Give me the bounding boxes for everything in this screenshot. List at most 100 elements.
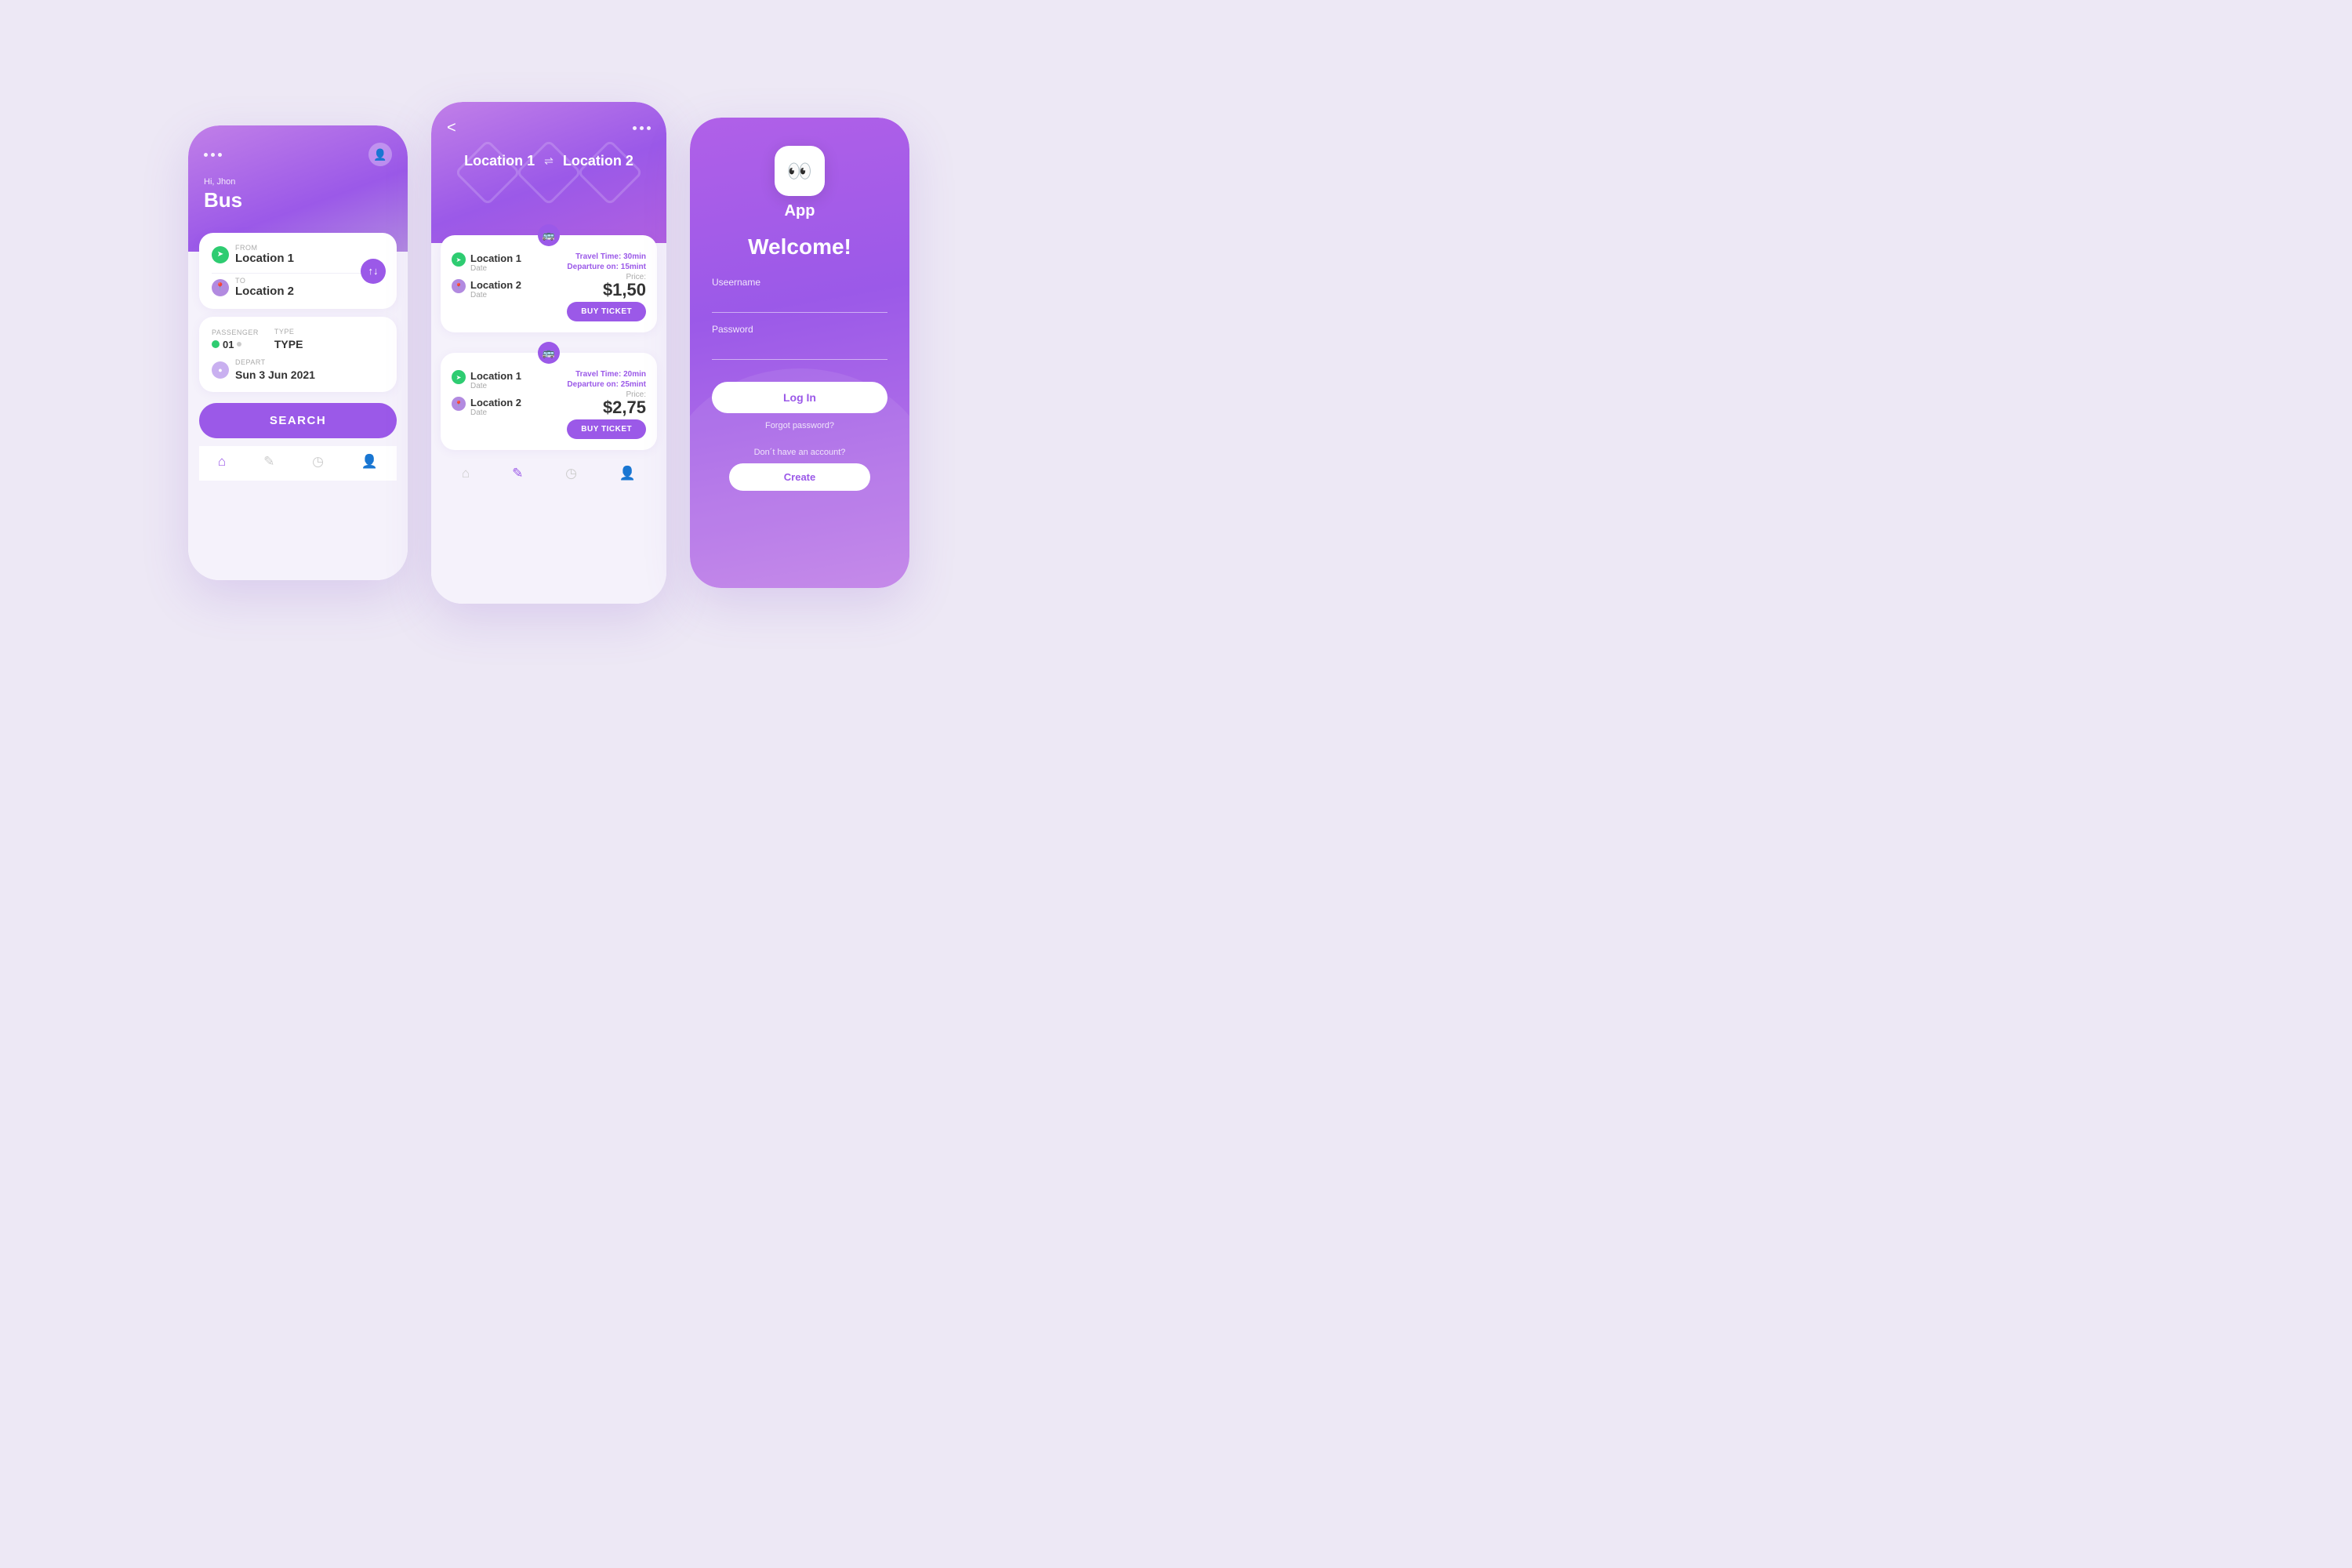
s2-nav-edit-icon[interactable]: ✎ [512,466,523,481]
nav-clock-icon[interactable]: ◷ [312,454,324,470]
depart-label: DEPART [235,358,315,366]
from-location-info: FROM Location 1 [235,244,294,265]
dot1 [204,153,208,157]
card2-travel-label: Travel Time: [575,370,621,379]
username-label: Useername [712,277,887,288]
trip-details-card: PASSENGER 01 TYPE TYPE ● DEPART Sun 3 Ju… [199,317,397,392]
card2-departure: Departure on: 25mint [567,380,646,389]
s2-nav-home-icon[interactable]: ⌂ [462,466,470,481]
from-location-name: Location 1 [235,252,294,265]
bus-icon-2: 🚌 [538,342,560,364]
username-group: Useername [712,277,887,313]
card1-to-name: Location 2 [470,279,521,291]
login-button[interactable]: Log In [712,382,887,413]
from-to-card: ➤ FROM Location 1 📍 TO Location 2 ↑↓ [199,233,397,309]
header-top-row: 👤 [204,143,392,166]
card2-dep-value: 25mint [621,380,646,389]
card1-travel-label: Travel Time: [575,252,621,261]
card2-from-name: Location 1 [470,370,521,382]
from-location-icon: ➤ [212,246,229,263]
diamond3 [577,140,644,206]
menu-dots[interactable] [204,153,222,157]
dot2 [211,153,215,157]
nav-home-icon[interactable]: ⌂ [218,454,226,470]
screen2-menu-dots[interactable] [633,126,651,130]
card1-travel-value: 30min [623,252,646,261]
s2-nav-user-icon[interactable]: 👤 [619,466,636,481]
nav-edit-icon[interactable]: ✎ [263,454,274,470]
to-row[interactable]: 📍 TO Location 2 [212,277,384,298]
from-row[interactable]: ➤ FROM Location 1 [212,244,384,265]
card1-from-row: ➤ Location 1 Date [452,252,559,273]
username-input[interactable] [712,291,887,313]
card2-dep-label: Departure on: [567,380,619,389]
to-location-name: Location 2 [235,285,294,298]
card2-to-icon: 📍 [452,397,466,411]
card2-buy-button[interactable]: BUY TICKET [567,419,646,439]
screen2-top-row: < [447,119,651,137]
password-group: Password [712,324,887,360]
card1-to-date: Date [470,291,521,299]
nav-user-icon[interactable]: 👤 [361,454,378,470]
passenger-number: 01 [223,339,234,350]
app-name: App [785,202,815,220]
passenger-value-row: 01 [212,339,259,350]
bus-ticket-card-1: 🚌 ➤ Location 1 Date 📍 Location 2 [441,235,657,332]
dot3 [647,126,651,130]
card1-to-info: Location 2 Date [470,279,521,299]
avatar-button[interactable]: 👤 [368,143,392,166]
card2-to-info: Location 2 Date [470,397,521,417]
card1-to-icon: 📍 [452,279,466,293]
passenger-dot-gray [237,342,241,347]
passenger-type-row: PASSENGER 01 TYPE TYPE [212,328,384,350]
to-location-icon: 📍 [212,279,229,296]
navigate-icon: ➤ [217,250,223,259]
card1-buy-button[interactable]: BUY TICKET [567,302,646,321]
card1-locations: ➤ Location 1 Date 📍 Location 2 Date [452,252,559,321]
password-input[interactable] [712,338,887,360]
search-button[interactable]: SEARCH [199,403,397,438]
s2-nav-clock-icon[interactable]: ◷ [565,466,577,481]
pin-icon: 📍 [216,283,225,292]
card1-from-name: Location 1 [470,252,521,264]
card2-to-row: 📍 Location 2 Date [452,397,559,417]
card1-dep-value: 15mint [621,263,646,271]
card1-travel-time: Travel Time: 30min [567,252,646,261]
forgot-password-link[interactable]: Forgot password? [765,421,834,430]
dot1 [633,126,637,130]
card1-from-info: Location 1 Date [470,252,521,273]
card2-to-name: Location 2 [470,397,521,408]
screen2-header: < Location 1 ⇌ Location 2 [431,102,666,243]
swap-icon: ↑↓ [368,265,379,277]
bus-ticket-card-2: 🚌 ➤ Location 1 Date 📍 Location 2 [441,353,657,450]
card1-info: Travel Time: 30min Departure on: 15mint … [567,252,646,321]
diamond1 [455,140,521,206]
passenger-dot-green [212,340,220,348]
card2-price-value: $2,75 [567,399,646,416]
back-button[interactable]: < [447,119,456,137]
create-account-button[interactable]: Create [729,463,869,491]
type-value: TYPE [274,338,303,350]
card1-to-row: 📍 Location 2 Date [452,279,559,299]
to-label: TO [235,277,294,285]
card1-departure: Departure on: 15mint [567,263,646,271]
greeting-text: Hi, Jhon [204,177,392,187]
card1-dep-label: Departure on: [567,263,619,271]
card2-content: ➤ Location 1 Date 📍 Location 2 Date [452,370,646,439]
screen1-body: ➤ FROM Location 1 📍 TO Location 2 ↑↓ [188,233,408,580]
card2-from-icon: ➤ [452,370,466,384]
screen3-phone: 👀 App Welcome! Useername Password Log In… [690,118,909,588]
depart-info: DEPART Sun 3 Jun 2021 [235,358,315,381]
depart-row: ● DEPART Sun 3 Jun 2021 [212,358,384,381]
swap-button[interactable]: ↑↓ [361,259,386,284]
welcome-text: Welcome! [748,234,851,260]
passenger-section: PASSENGER 01 [212,328,259,350]
diamond2 [516,140,583,206]
bottom-nav: ⌂ ✎ ◷ 👤 [199,446,397,481]
card2-from-date: Date [470,382,521,390]
screen2-body: 🚌 ➤ Location 1 Date 📍 Location 2 [431,220,666,604]
depart-icon: ● [212,361,229,379]
type-label: TYPE [274,328,303,336]
card1-from-icon: ➤ [452,252,466,267]
app-icon-wrapper: 👀 [775,146,825,196]
